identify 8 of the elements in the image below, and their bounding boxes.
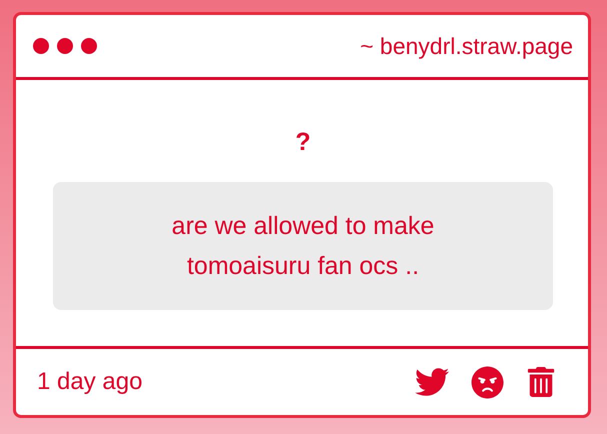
trash-icon[interactable] — [526, 367, 556, 397]
bird-icon[interactable] — [415, 365, 449, 399]
prompt-mark: ? — [295, 128, 311, 157]
angry-face-icon[interactable] — [471, 366, 504, 398]
post-time: 1 day ago — [37, 368, 142, 396]
window-dots-icon — [33, 38, 97, 54]
site-address: ~ benydrl.straw.page — [360, 32, 573, 60]
message-text: are we allowed to make tomoaisuru fan ocs .. — [170, 211, 436, 282]
